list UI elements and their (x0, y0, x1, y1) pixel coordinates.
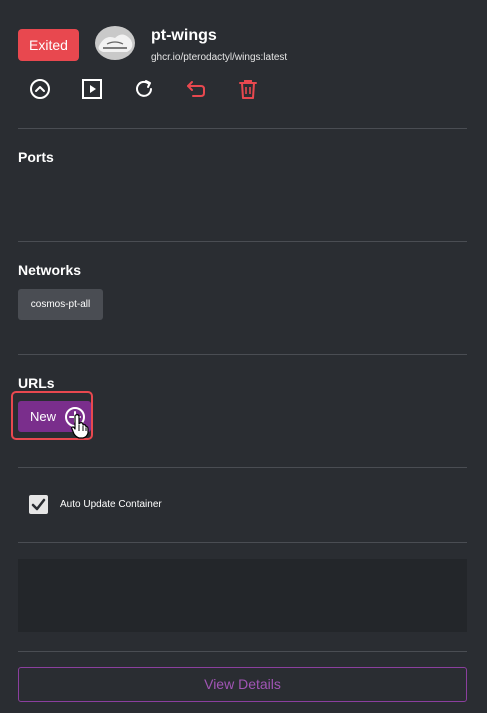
checkmark-icon (31, 497, 46, 512)
divider (18, 651, 467, 652)
status-badge: Exited (18, 29, 79, 61)
start-button[interactable] (26, 78, 54, 104)
network-chip[interactable]: cosmos-pt-all (18, 289, 103, 320)
hand-cursor-icon (70, 413, 90, 444)
view-details-button[interactable]: View Details (18, 667, 467, 702)
undo-icon (185, 78, 207, 105)
restart-button[interactable] (130, 78, 158, 104)
networks-heading: Networks (18, 262, 82, 278)
new-url-label: New (30, 409, 57, 424)
divider (18, 354, 467, 355)
trash-icon (237, 78, 259, 105)
run-button[interactable] (78, 78, 106, 104)
container-name: pt-wings (151, 27, 217, 44)
play-square-icon (81, 78, 103, 105)
divider (18, 467, 467, 468)
details-panel (18, 559, 467, 632)
refresh-icon (133, 78, 155, 105)
container-logo-icon (93, 24, 137, 62)
auto-update-label: Auto Update Container (60, 499, 162, 510)
urls-heading: URLs (18, 375, 55, 391)
ports-heading: Ports (18, 149, 54, 165)
auto-update-checkbox[interactable] (29, 495, 48, 514)
recreate-button[interactable] (182, 78, 210, 104)
container-image: ghcr.io/pterodactyl/wings:latest (151, 52, 288, 63)
arrow-up-circle-icon (29, 78, 51, 105)
divider (18, 128, 467, 129)
divider (18, 241, 467, 242)
divider (18, 542, 467, 543)
delete-button[interactable] (234, 78, 262, 104)
